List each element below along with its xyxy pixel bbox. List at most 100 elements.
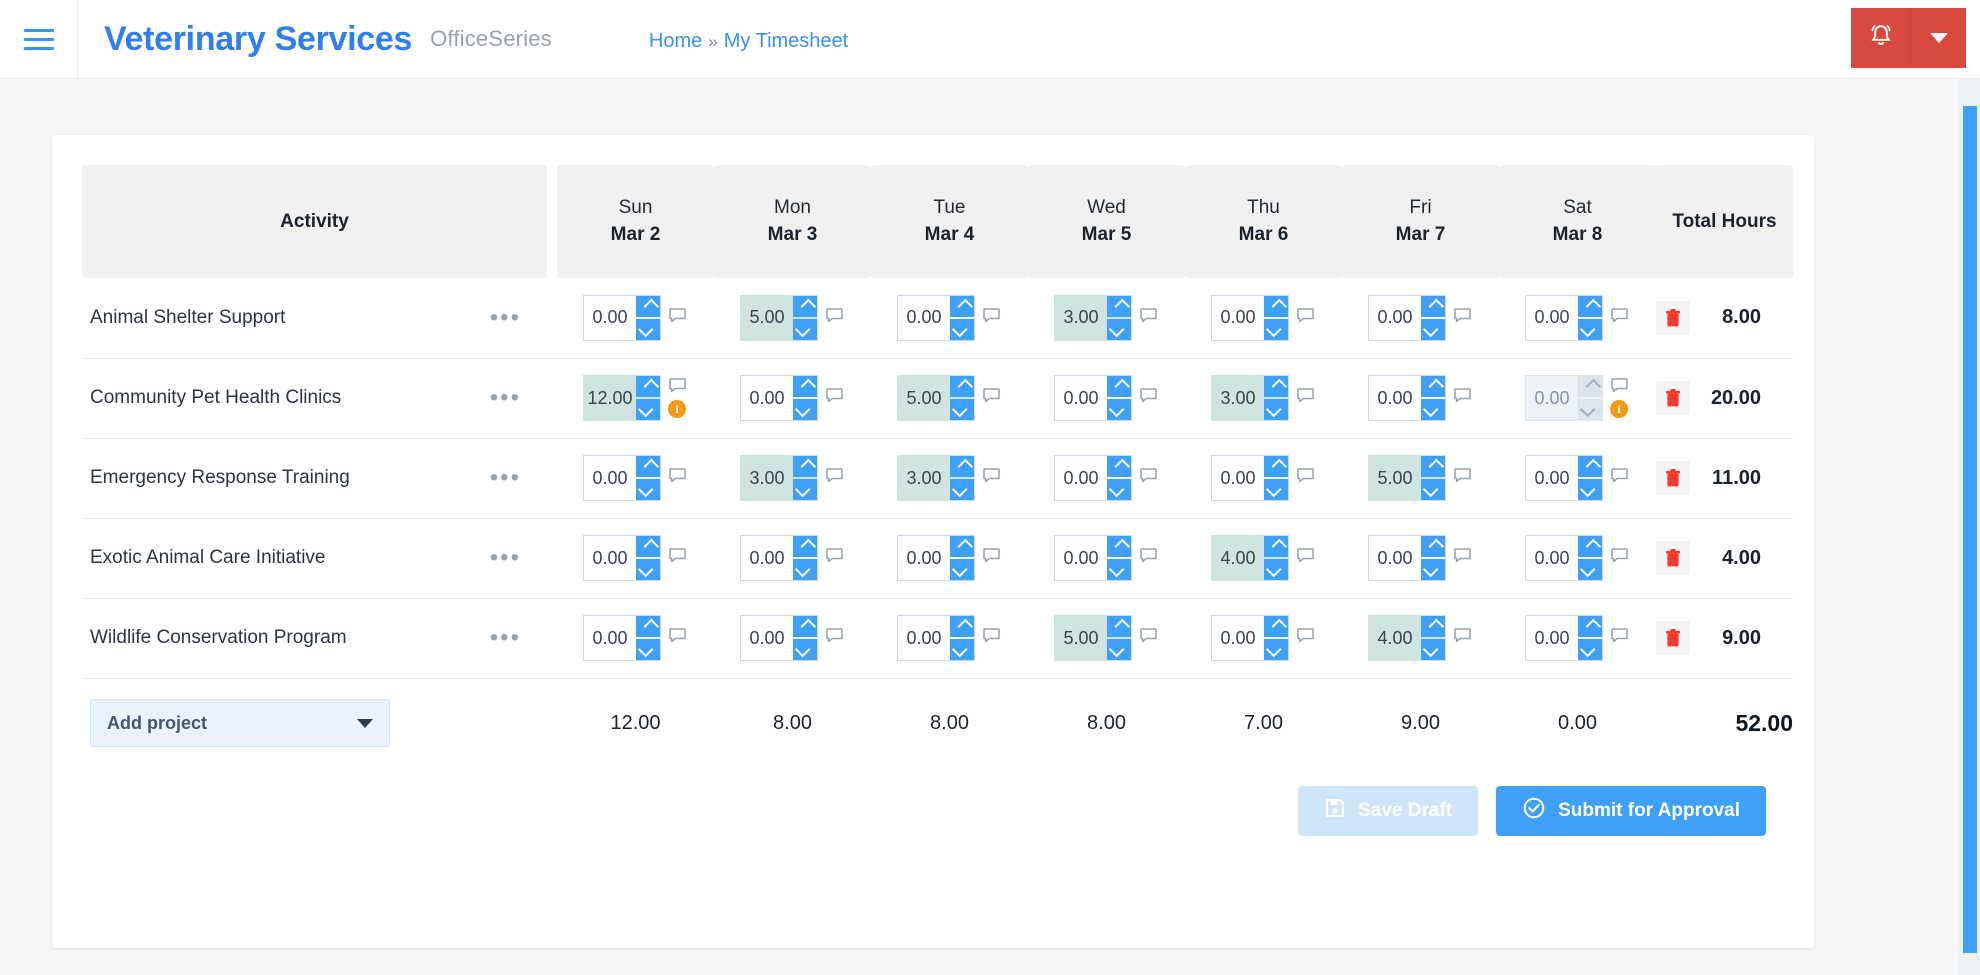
delete-row-button[interactable]	[1656, 461, 1690, 495]
hours-increment-button[interactable]	[1107, 376, 1131, 397]
hours-input-sun[interactable]: 0.00	[583, 294, 661, 341]
comment-icon[interactable]	[982, 388, 1000, 408]
hours-decrement-button[interactable]	[636, 318, 660, 340]
notification-dropdown-button[interactable]	[1911, 8, 1966, 68]
hours-input-mon[interactable]: 0.00	[740, 535, 818, 581]
comment-icon[interactable]	[1139, 388, 1157, 408]
comment-icon[interactable]	[1296, 468, 1314, 488]
hours-increment-button[interactable]	[1578, 616, 1602, 637]
hours-decrement-button[interactable]	[636, 399, 660, 420]
hours-input-tue[interactable]: 0.00	[897, 615, 975, 661]
hours-decrement-button[interactable]	[1421, 559, 1445, 580]
hours-increment-button[interactable]	[636, 456, 660, 477]
comment-icon[interactable]	[982, 628, 1000, 648]
comment-icon[interactable]	[1139, 308, 1157, 328]
hours-input-wed[interactable]: 3.00	[1054, 294, 1132, 341]
comment-icon[interactable]	[1139, 628, 1157, 648]
hours-decrement-button[interactable]	[1264, 318, 1288, 340]
page-scrollbar-track[interactable]	[1958, 79, 1980, 975]
hours-input-thu[interactable]: 4.00	[1211, 535, 1289, 581]
hours-decrement-button[interactable]	[793, 479, 817, 500]
comment-icon[interactable]	[668, 468, 686, 488]
hours-decrement-button[interactable]	[950, 399, 974, 420]
comment-icon[interactable]	[1453, 548, 1471, 568]
comment-icon[interactable]	[1139, 468, 1157, 488]
hours-increment-button[interactable]	[1578, 295, 1602, 317]
hours-input-mon[interactable]: 0.00	[740, 375, 818, 421]
hours-decrement-button[interactable]	[950, 639, 974, 660]
hours-increment-button[interactable]	[950, 295, 974, 317]
hours-increment-button[interactable]	[636, 536, 660, 557]
hours-increment-button[interactable]	[1264, 456, 1288, 477]
comment-icon[interactable]	[1610, 548, 1628, 568]
comment-icon[interactable]	[1296, 628, 1314, 648]
hours-input-thu[interactable]: 3.00	[1211, 375, 1289, 421]
comment-icon[interactable]	[1610, 468, 1628, 488]
hours-decrement-button[interactable]	[1578, 479, 1602, 500]
comment-icon[interactable]	[1610, 628, 1628, 648]
hours-increment-button[interactable]	[1107, 616, 1131, 637]
hours-input-thu[interactable]: 0.00	[1211, 455, 1289, 501]
hours-input-mon[interactable]: 0.00	[740, 615, 818, 661]
comment-icon[interactable]	[1296, 308, 1314, 328]
comment-icon[interactable]	[1453, 308, 1471, 328]
hours-decrement-button[interactable]	[793, 318, 817, 340]
comment-icon[interactable]	[1453, 388, 1471, 408]
comment-icon[interactable]	[668, 548, 686, 568]
hours-input-sat[interactable]: 0.00	[1525, 294, 1603, 341]
comment-icon[interactable]	[982, 468, 1000, 488]
hours-increment-button[interactable]	[1264, 536, 1288, 557]
comment-icon[interactable]	[825, 388, 843, 408]
comment-icon[interactable]	[668, 628, 686, 648]
hours-input-wed[interactable]: 0.00	[1054, 535, 1132, 581]
submit-for-approval-button[interactable]: Submit for Approval	[1496, 786, 1766, 836]
hours-input-tue[interactable]: 3.00	[897, 455, 975, 501]
hours-decrement-button[interactable]	[636, 559, 660, 580]
hours-decrement-button[interactable]	[950, 318, 974, 340]
hours-increment-button[interactable]	[636, 616, 660, 637]
hours-input-sat[interactable]: 0.00	[1525, 535, 1603, 581]
hours-decrement-button[interactable]	[950, 559, 974, 580]
hours-increment-button[interactable]	[1264, 295, 1288, 317]
hours-decrement-button[interactable]	[1107, 639, 1131, 660]
hours-input-thu[interactable]: 0.00	[1211, 615, 1289, 661]
add-project-dropdown[interactable]: Add project	[90, 699, 390, 748]
hours-increment-button[interactable]	[1421, 295, 1445, 317]
hours-increment-button[interactable]	[793, 376, 817, 397]
delete-row-button[interactable]	[1656, 381, 1690, 415]
hours-decrement-button[interactable]	[793, 559, 817, 580]
comment-icon[interactable]	[1610, 308, 1628, 328]
hours-input-fri[interactable]: 4.00	[1368, 615, 1446, 661]
hours-decrement-button[interactable]	[1107, 479, 1131, 500]
hours-increment-button[interactable]	[793, 616, 817, 637]
hours-input-mon[interactable]: 5.00	[740, 294, 818, 341]
ellipsis-menu-icon[interactable]: •••	[484, 546, 527, 570]
comment-icon[interactable]	[825, 628, 843, 648]
hours-increment-button[interactable]	[1578, 536, 1602, 557]
hours-increment-button[interactable]	[950, 616, 974, 637]
hours-increment-button[interactable]	[1107, 295, 1131, 317]
comment-icon[interactable]	[982, 548, 1000, 568]
hours-decrement-button[interactable]	[1421, 479, 1445, 500]
hours-decrement-button[interactable]	[636, 639, 660, 660]
hours-input-wed[interactable]: 5.00	[1054, 615, 1132, 661]
comment-icon[interactable]	[825, 308, 843, 328]
hours-decrement-button[interactable]	[1107, 559, 1131, 580]
hours-input-sun[interactable]: 12.00	[583, 375, 661, 421]
hours-increment-button[interactable]	[793, 456, 817, 477]
page-scrollbar-thumb[interactable]	[1963, 106, 1977, 953]
hours-decrement-button[interactable]	[1421, 639, 1445, 660]
comment-icon[interactable]	[1453, 628, 1471, 648]
hours-input-sun[interactable]: 0.00	[583, 455, 661, 501]
hours-input-wed[interactable]: 0.00	[1054, 375, 1132, 421]
hours-input-fri[interactable]: 0.00	[1368, 375, 1446, 421]
hours-input-fri[interactable]: 0.00	[1368, 535, 1446, 581]
delete-row-button[interactable]	[1656, 541, 1690, 575]
hours-increment-button[interactable]	[950, 536, 974, 557]
comment-icon[interactable]	[1610, 378, 1628, 398]
hours-increment-button[interactable]	[950, 376, 974, 397]
breadcrumb-current[interactable]: My Timesheet	[724, 30, 848, 53]
ellipsis-menu-icon[interactable]: •••	[484, 305, 527, 329]
hours-increment-button[interactable]	[1421, 536, 1445, 557]
hours-input-tue[interactable]: 5.00	[897, 375, 975, 421]
